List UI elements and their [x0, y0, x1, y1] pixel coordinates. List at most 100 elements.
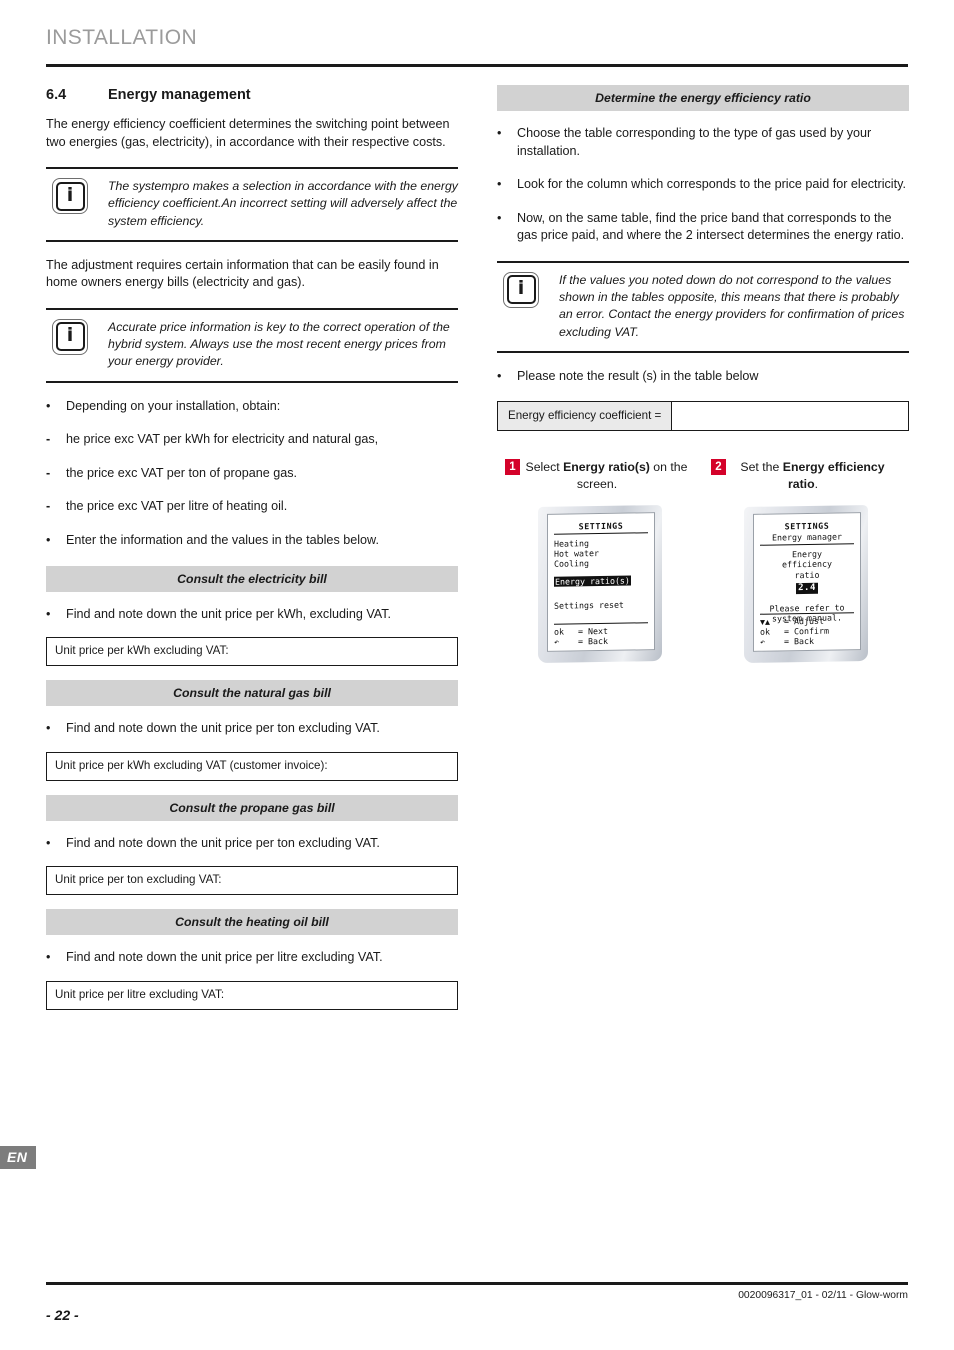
list-marker: • — [497, 368, 502, 383]
lcd-1-title: SETTINGS — [578, 520, 624, 532]
energy-coefficient-table: Energy efficiency coefficient = — [497, 401, 909, 432]
entry-field-electricity[interactable]: Unit price per kWh excluding VAT: — [46, 637, 458, 667]
list-item: • Find and note down the unit price per … — [46, 949, 458, 967]
list-item-text: the price exc VAT per ton of propane gas… — [66, 465, 298, 480]
control-panel-device-1: SETTINGS Heating Hot water Cooling Energ… — [538, 505, 662, 664]
lcd-illustrations: SETTINGS Heating Hot water Cooling Energ… — [497, 505, 909, 664]
page-header: INSTALLATION — [46, 26, 908, 50]
info-note-3-text: If the values you noted down do not corr… — [559, 272, 905, 339]
list-item: • Depending on your installation, obtain… — [46, 398, 458, 416]
list-item: • Look for the column which corresponds … — [497, 176, 909, 194]
list-item: • Find and note down the unit price per … — [46, 720, 458, 738]
lcd-2-subtitle: Energy manager — [772, 531, 842, 543]
energy-coefficient-label: Energy efficiency coefficient = — [498, 402, 673, 431]
section-heading: 6.4 Energy management — [46, 87, 458, 103]
step-1-caption: 1 Select Energy ratio(s) on the screen. — [497, 459, 689, 492]
list-marker: - — [46, 499, 51, 514]
list-marker: • — [46, 532, 51, 547]
lcd-screen-1-wrap: SETTINGS Heating Hot water Cooling Energ… — [497, 505, 703, 664]
list-item-text: Choose the table corresponding to the ty… — [517, 126, 872, 158]
list-item: • Find and note down the unit price per … — [46, 835, 458, 853]
list-marker: - — [46, 432, 51, 447]
lcd-2-title-divider — [760, 543, 854, 546]
language-badge: EN — [0, 1146, 37, 1169]
list-marker: • — [497, 177, 502, 192]
entry-field-natural-gas[interactable]: Unit price per kWh excluding VAT (custom… — [46, 751, 458, 781]
energy-coefficient-value[interactable] — [672, 402, 908, 430]
info-icon-glyph: i — [517, 277, 525, 300]
list-item-text: Please note the result (s) in the table … — [517, 368, 759, 383]
page-title: INSTALLATION — [46, 26, 198, 49]
step-2: 2 Set the Energy efficiency ratio. — [703, 459, 909, 492]
lcd-2-key-row: ↶ = Back — [760, 635, 854, 647]
info-icon: i — [52, 178, 88, 215]
list-item-text: Depending on your installation, obtain: — [66, 398, 281, 413]
list-item-text: Now, on the same table, find the price b… — [517, 210, 905, 243]
band-electricity-bill: Consult the electricity bill — [46, 565, 458, 592]
band-heating-oil-bill: Consult the heating oil bill — [46, 909, 458, 936]
section-intro-paragraph: The energy efficiency coefficient determ… — [46, 117, 450, 149]
list-item-text: Find and note down the unit price per kW… — [66, 606, 392, 621]
lcd-1-menu-item-settings-reset[interactable]: Settings reset — [554, 599, 648, 611]
list-item-text: Find and note down the unit price per to… — [66, 835, 380, 850]
right-column: Determine the energy efficiency ratio • … — [497, 85, 909, 664]
lcd-2-key-legend: ▼▲ = Adjust ok = Confirm ↶ = Back — [760, 612, 854, 647]
list-item-text: Look for the column which corresponds to… — [517, 177, 906, 192]
list-item: • Now, on the same table, find the price… — [497, 210, 909, 245]
list-item: • Choose the table corresponding to the … — [497, 125, 909, 160]
lcd-2-ratio-value[interactable]: 2.4 — [796, 583, 818, 594]
info-note-1-text: The systempro makes a selection in accor… — [108, 179, 458, 228]
step-2-text-bold: Energy efficiency ratio — [782, 460, 885, 491]
lcd-1-key-ok: ok — [554, 626, 564, 637]
list-item: - he price exc VAT per kWh for electrici… — [46, 431, 458, 449]
lcd-display-2: SETTINGS Energy manager Energy efficienc… — [753, 512, 861, 653]
list-marker: • — [497, 210, 502, 225]
lcd-display-1: SETTINGS Heating Hot water Cooling Energ… — [547, 512, 655, 653]
left-column: 6.4 Energy management The energy efficie… — [46, 85, 458, 1024]
lcd-1-key-back-icon: ↶ — [554, 636, 559, 647]
list-marker: • — [497, 126, 502, 140]
info-icon: i — [52, 318, 88, 355]
list-item: - the price exc VAT per ton of propane g… — [46, 465, 458, 483]
page-number: - 22 - — [46, 1307, 79, 1323]
info-icon-glyph: i — [66, 324, 74, 347]
list-item-text: the price exc VAT per litre of heating o… — [66, 499, 288, 514]
info-note-2: i Accurate price information is key to t… — [46, 307, 458, 383]
list-item-text: Enter the information and the values in … — [66, 532, 379, 547]
list-marker: • — [46, 398, 51, 413]
lcd-screen-2-wrap: SETTINGS Energy manager Energy efficienc… — [703, 505, 909, 664]
lcd-2-key-back-icon: ↶ — [760, 636, 765, 647]
lcd-2-key-confirm-action: = Confirm — [784, 625, 829, 637]
list-item: - the price exc VAT per litre of heating… — [46, 498, 458, 516]
lcd-1-key-row: ↶ = Back — [554, 635, 648, 647]
list-marker: • — [46, 950, 51, 965]
info-note-1: i The systempro makes a selection in acc… — [46, 167, 458, 242]
lcd-2-key-back-action: = Back — [784, 636, 814, 647]
document-reference: 0020096317_01 - 02/11 - Glow-worm — [738, 1290, 908, 1301]
control-panel-device-2: SETTINGS Energy manager Energy efficienc… — [744, 505, 868, 664]
step-1: 1 Select Energy ratio(s) on the screen. — [497, 459, 703, 492]
list-marker: - — [46, 465, 51, 480]
band-determine-ratio: Determine the energy efficiency ratio — [497, 85, 909, 111]
list-item-text: Find and note down the unit price per li… — [66, 950, 383, 965]
list-marker: • — [46, 835, 51, 850]
step-2-text-pre: Set the — [740, 460, 783, 475]
info-icon-glyph: i — [66, 183, 74, 206]
adjustment-paragraph: The adjustment requires certain informat… — [46, 257, 439, 290]
step-2-text-post: . — [814, 476, 819, 491]
section-number: 6.4 — [46, 87, 67, 103]
list-marker: • — [46, 606, 51, 621]
list-marker: • — [46, 721, 51, 736]
step-1-text-pre: Select — [525, 460, 564, 475]
list-item-text: he price exc VAT per kWh for electricity… — [66, 432, 379, 447]
band-propane-gas-bill: Consult the propane gas bill — [46, 794, 458, 821]
lcd-2-key-ok: ok — [760, 626, 770, 637]
lcd-2-key-arrows-icon: ▼▲ — [760, 616, 770, 627]
entry-field-heating-oil[interactable]: Unit price per litre excluding VAT: — [46, 980, 458, 1010]
band-natural-gas-bill: Consult the natural gas bill — [46, 680, 458, 707]
step-2-badge: 2 — [711, 459, 726, 476]
info-note-3: i If the values you noted down do not co… — [497, 260, 909, 353]
lcd-1-menu-item-energy-ratio-selected[interactable]: Energy ratio(s) — [554, 575, 631, 587]
lcd-1-title-divider — [554, 532, 648, 535]
entry-field-propane-gas[interactable]: Unit price per ton excluding VAT: — [46, 866, 458, 896]
